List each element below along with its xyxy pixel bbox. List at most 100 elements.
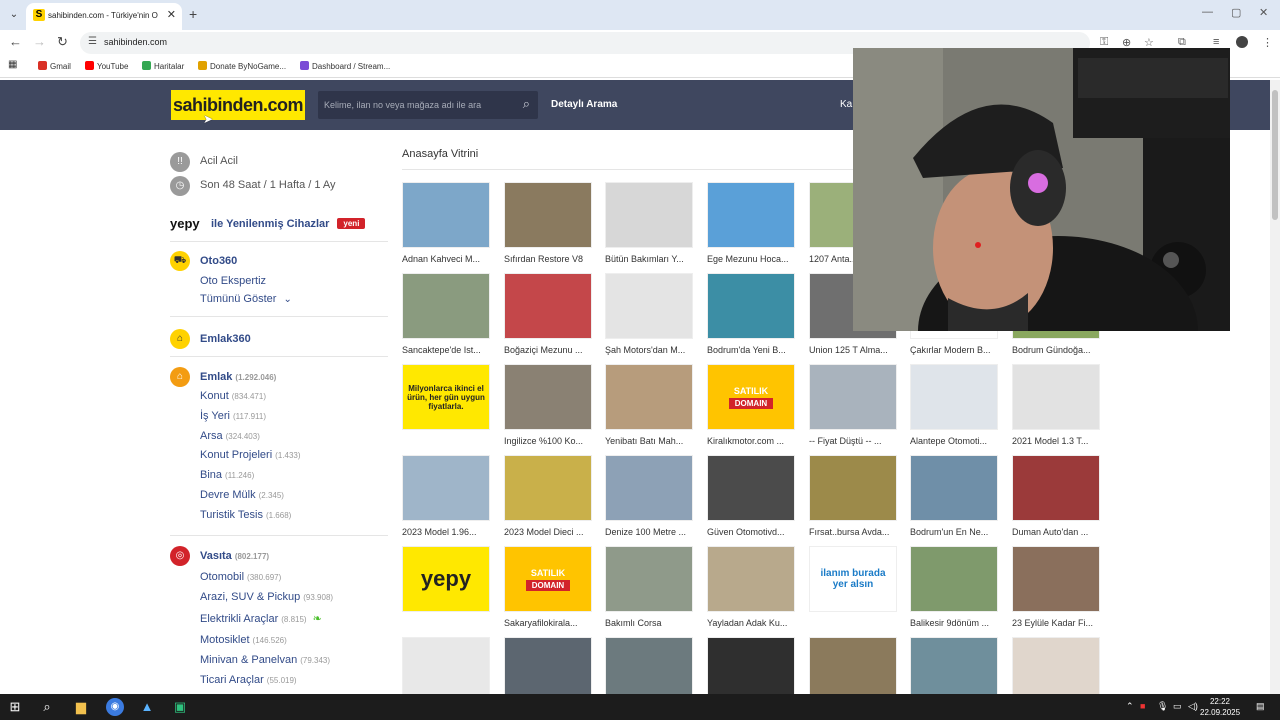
showcase-item[interactable]: 2023 Model Dieci ... <box>504 455 592 537</box>
showcase-item[interactable] <box>1012 637 1100 695</box>
showcase-thumbnail[interactable] <box>504 455 592 521</box>
taskbar-clock[interactable]: 22:22 22.09.2025 <box>1200 696 1240 718</box>
showcase-item[interactable]: Alantepe Otomoti... <box>910 364 998 446</box>
volume-icon[interactable]: ◁) <box>1188 701 1198 712</box>
showcase-thumbnail[interactable] <box>605 273 693 339</box>
showcase-item[interactable]: 2021 Model 1.3 T... <box>1012 364 1100 446</box>
emlak360-link[interactable]: Emlak360 <box>200 333 251 345</box>
showcase-thumbnail[interactable] <box>1012 364 1100 430</box>
scrollbar-thumb[interactable] <box>1272 90 1278 220</box>
sahibinden-logo[interactable]: sahibinden.com <box>171 90 305 120</box>
showcase-item[interactable]: Yenibatı Batı Mah... <box>605 364 693 446</box>
showcase-caption[interactable]: Şah Motors'dan M... <box>605 345 695 355</box>
showcase-thumbnail[interactable]: yepy <box>402 546 490 612</box>
showcase-caption[interactable]: Bakımlı Corsa <box>605 618 695 628</box>
search-taskbar-icon[interactable]: ⌕ <box>38 698 56 716</box>
tab-close-icon[interactable]: ✕ <box>167 8 176 21</box>
media-icon[interactable]: ≡ <box>1213 36 1219 48</box>
chrome-icon[interactable]: ◉ <box>106 698 124 716</box>
showcase-caption[interactable]: Adnan Kahveci M... <box>402 254 492 264</box>
showcase-thumbnail[interactable] <box>504 273 592 339</box>
microphone-icon[interactable]: 🎙 <box>1157 701 1168 712</box>
showcase-caption[interactable]: Union 125 T Alma... <box>809 345 899 355</box>
maximize-icon[interactable]: ▢ <box>1231 6 1241 19</box>
showcase-caption[interactable]: Kiralıkmotor.com ... <box>707 436 797 446</box>
showcase-caption[interactable]: Fırsat..bursa Avda... <box>809 527 899 537</box>
emlak-link[interactable]: Emlak (1.292.046) <box>200 371 276 383</box>
showcase-thumbnail[interactable] <box>707 455 795 521</box>
acil-link[interactable]: Acil Acil <box>200 155 238 167</box>
showcase-item[interactable] <box>707 637 795 695</box>
showcase-thumbnail[interactable] <box>910 455 998 521</box>
showcase-caption[interactable]: 23 Eylüle Kadar Fi... <box>1012 618 1102 628</box>
showcase-item[interactable]: Sancaktepe'de Ist... <box>402 273 490 355</box>
new-tab-icon[interactable]: + <box>189 6 197 22</box>
search-input[interactable] <box>324 97 514 113</box>
emlak-subcategory-link[interactable]: Konut Projeleri (1.433) <box>200 449 301 461</box>
showcase-item[interactable]: Denize 100 Metre ... <box>605 455 693 537</box>
file-explorer-icon[interactable]: ▆ <box>72 698 90 716</box>
showcase-item[interactable]: Adnan Kahveci M... <box>402 182 490 264</box>
showcase-thumbnail[interactable] <box>910 546 998 612</box>
minimize-icon[interactable]: — <box>1202 6 1213 18</box>
showcase-thumbnail[interactable]: Milyonlarca ikinci el ürün, her gün uygu… <box>402 364 490 430</box>
showcase-item[interactable]: SATILIK DOMAIN Kiralıkmotor.com ... <box>707 364 795 446</box>
showcase-thumbnail[interactable] <box>707 637 795 695</box>
showcase-caption[interactable]: Duman Auto'dan ... <box>1012 527 1102 537</box>
showcase-thumbnail[interactable] <box>809 455 897 521</box>
showcase-thumbnail[interactable] <box>809 364 897 430</box>
bookmark-youtube[interactable]: YouTube <box>85 61 128 71</box>
showcase-caption[interactable]: Balikesir 9dönüm ... <box>910 618 1000 628</box>
showcase-thumbnail[interactable] <box>402 273 490 339</box>
emlak-subcategory-link[interactable]: Bina (11.246) <box>200 469 254 481</box>
showcase-item[interactable]: ilanım burada yer alsın <box>809 546 897 618</box>
showcase-caption[interactable]: Ingilizce %100 Ko... <box>504 436 594 446</box>
showcase-item[interactable]: Sıfırdan Restore V8 <box>504 182 592 264</box>
showcase-thumbnail[interactable] <box>504 637 592 695</box>
show-all-link[interactable]: Tümünü Göster ⌄ <box>200 293 292 305</box>
vasita-subcategory-link[interactable]: Otomobil (380.697) <box>200 571 281 583</box>
tray-app-icon[interactable]: ■ <box>1140 701 1145 711</box>
showcase-caption[interactable]: Yenibatı Batı Mah... <box>605 436 695 446</box>
forward-icon[interactable]: → <box>33 34 46 49</box>
oto360-link[interactable]: Oto360 <box>200 255 237 267</box>
page-scrollbar[interactable] <box>1270 80 1280 694</box>
showcase-caption[interactable]: Çakırlar Modern B... <box>910 345 1000 355</box>
showcase-caption[interactable]: 2023 Model Dieci ... <box>504 527 594 537</box>
bookmark-maps[interactable]: Haritalar <box>142 61 184 71</box>
showcase-caption[interactable]: Güven Otomotivd... <box>707 527 797 537</box>
showcase-thumbnail[interactable] <box>1012 546 1100 612</box>
windows-start-icon[interactable]: ⊞ <box>6 698 24 716</box>
notifications-icon[interactable]: ▤ <box>1256 701 1265 712</box>
showcase-item[interactable]: 2023 Model 1.96... <box>402 455 490 537</box>
showcase-item[interactable]: -- Fiyat Düştü -- ... <box>809 364 897 446</box>
showcase-thumbnail[interactable] <box>707 273 795 339</box>
tray-chevron-icon[interactable]: ⌃ <box>1126 701 1134 712</box>
showcase-thumbnail[interactable]: SATILIK DOMAIN <box>504 546 592 612</box>
bookmark-donate[interactable]: Donate ByNoGame... <box>198 61 286 71</box>
showcase-item[interactable]: Fırsat..bursa Avda... <box>809 455 897 537</box>
showcase-item[interactable]: SATILIK DOMAIN Sakaryafilokirala... <box>504 546 592 628</box>
showcase-thumbnail[interactable] <box>402 455 490 521</box>
showcase-item[interactable]: Milyonlarca ikinci el ürün, her gün uygu… <box>402 364 490 436</box>
showcase-item[interactable] <box>809 637 897 695</box>
showcase-item[interactable]: Bütün Bakımları Y... <box>605 182 693 264</box>
emlak-subcategory-link[interactable]: Turistik Tesis (1.668) <box>200 509 291 521</box>
menu-dots-icon[interactable]: ⋮ <box>1262 36 1273 49</box>
showcase-caption[interactable]: Bodrum Gündoğa... <box>1012 345 1102 355</box>
showcase-item[interactable] <box>605 637 693 695</box>
showcase-item[interactable]: Duman Auto'dan ... <box>1012 455 1100 537</box>
tab-search-icon[interactable]: ⌄ <box>6 7 22 23</box>
showcase-item[interactable]: Şah Motors'dan M... <box>605 273 693 355</box>
showcase-caption[interactable]: Alantepe Otomoti... <box>910 436 1000 446</box>
search-icon[interactable]: ⌕ <box>523 96 530 112</box>
showcase-thumbnail[interactable] <box>605 637 693 695</box>
showcase-item[interactable]: Bodrum'da Yeni B... <box>707 273 795 355</box>
showcase-item[interactable]: Ege Mezunu Hoca... <box>707 182 795 264</box>
showcase-caption[interactable]: Bodrum'un En Ne... <box>910 527 1000 537</box>
showcase-item[interactable]: Bakımlı Corsa <box>605 546 693 628</box>
vasita-subcategory-link[interactable]: Ticari Araçlar (55.019) <box>200 674 297 686</box>
showcase-thumbnail[interactable] <box>707 182 795 248</box>
showcase-thumbnail[interactable] <box>1012 637 1100 695</box>
showcase-thumbnail[interactable] <box>605 546 693 612</box>
